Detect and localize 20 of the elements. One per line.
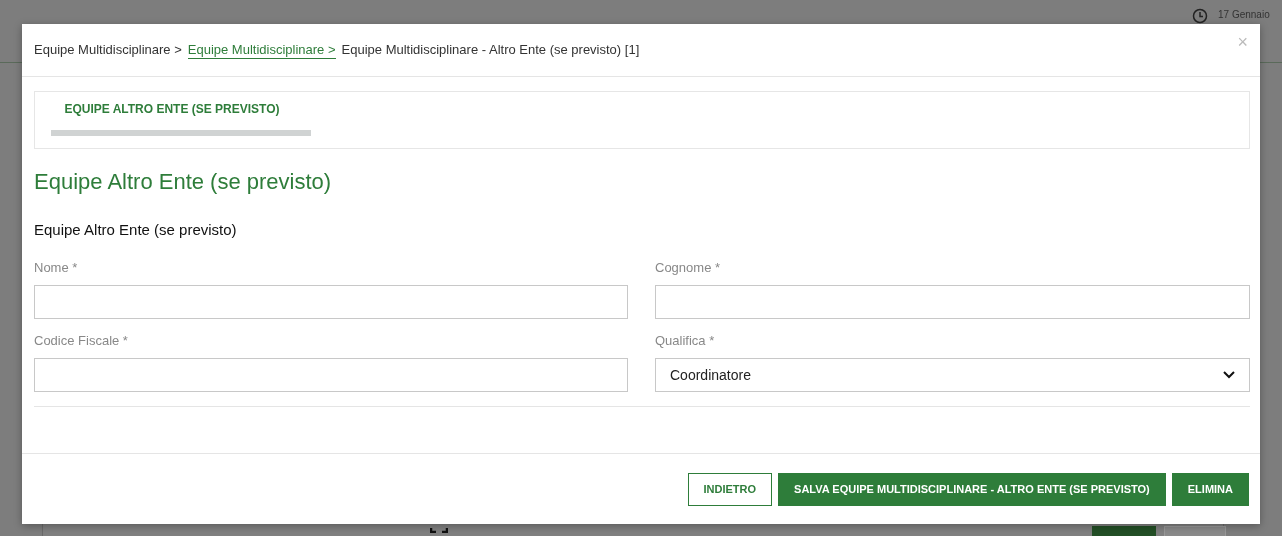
- select-field[interactable]: Coordinatore: [655, 358, 1250, 392]
- field-label: Codice Fiscale *: [34, 333, 129, 348]
- breadcrumb-link[interactable]: Equipe Multidisciplinare >: [187, 41, 336, 59]
- input-field[interactable]: [34, 358, 628, 392]
- action-button[interactable]: ELIMINA: [1171, 472, 1249, 506]
- input-field[interactable]: [34, 285, 628, 319]
- field-label: Qualifica *: [655, 333, 716, 348]
- date-text: 17 Gennaio: [1218, 9, 1270, 20]
- chevron-down-icon: [1223, 371, 1235, 379]
- breadcrumb-item: Equipe Multidisciplinare >: [34, 41, 182, 59]
- breadcrumb-current: Equipe Multidisciplinare - Altro Ente (se previsto) [1]: [341, 41, 640, 59]
- field-label: Cognome *: [655, 260, 722, 275]
- field-label: Nome *: [34, 260, 79, 275]
- form-heading: Equipe Altro Ente (se previsto): [34, 169, 333, 195]
- clock-icon: [1192, 8, 1208, 24]
- input-field[interactable]: [655, 285, 1250, 319]
- action-button[interactable]: SALVA EQUIPE MULTIDISCIPLINARE - ALTRO ENTE (SE PREVISTO): [778, 472, 1166, 506]
- section-heading: Equipe Altro Ente (se previsto): [34, 221, 238, 238]
- tab[interactable]: EQUIPE ALTRO ENTE (SE PREVISTO): [51, 92, 311, 137]
- back-button[interactable]: INDIETRO: [687, 472, 773, 506]
